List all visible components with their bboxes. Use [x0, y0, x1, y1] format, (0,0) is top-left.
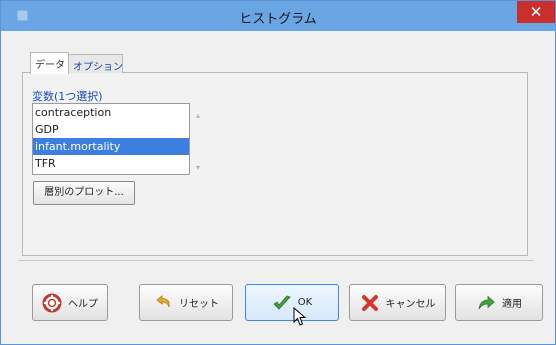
- scroll-up-icon[interactable]: ▴: [196, 112, 202, 120]
- scroll-down-icon[interactable]: ▾: [196, 164, 202, 172]
- cancel-label: キャンセル: [385, 299, 436, 310]
- separator: [18, 260, 534, 261]
- tab-data[interactable]: データ: [30, 52, 69, 74]
- undo-arrow-icon: [156, 294, 170, 307]
- reset-button[interactable]: リセット: [139, 284, 233, 321]
- variables-label: 変数(1つ選択): [32, 90, 103, 103]
- apply-label: 適用: [502, 299, 522, 310]
- green-arrow-icon: [478, 295, 495, 309]
- title-bar: ヒストグラム ✕: [1, 1, 555, 31]
- tab-data-label: データ: [35, 60, 65, 71]
- ok-button[interactable]: OK: [245, 284, 339, 321]
- list-item-selected[interactable]: infant.mortality: [33, 138, 189, 155]
- close-button[interactable]: ✕: [517, 1, 555, 23]
- help-button[interactable]: ヘルプ: [32, 284, 108, 321]
- window-title: ヒストグラム: [239, 12, 317, 27]
- list-item[interactable]: GDP: [33, 121, 189, 138]
- tab-options[interactable]: オプション: [68, 54, 123, 73]
- mouse-cursor-icon: [293, 307, 307, 326]
- tab-options-label: オプション: [73, 62, 123, 73]
- reset-label: リセット: [179, 299, 219, 310]
- checkmark-icon: [273, 295, 291, 310]
- help-label: ヘルプ: [68, 299, 98, 310]
- variable-listbox[interactable]: contraception GDP infant.mortality TFR: [32, 103, 190, 175]
- list-item[interactable]: TFR: [33, 155, 189, 172]
- red-x-icon: [361, 294, 378, 311]
- lifebuoy-icon: [42, 293, 62, 312]
- close-icon: ✕: [529, 3, 543, 21]
- plot-by-group-button[interactable]: 層別のプロット...: [33, 181, 135, 205]
- list-item[interactable]: contraception: [33, 104, 189, 121]
- apply-button[interactable]: 適用: [455, 284, 543, 321]
- cancel-button[interactable]: キャンセル: [349, 284, 446, 321]
